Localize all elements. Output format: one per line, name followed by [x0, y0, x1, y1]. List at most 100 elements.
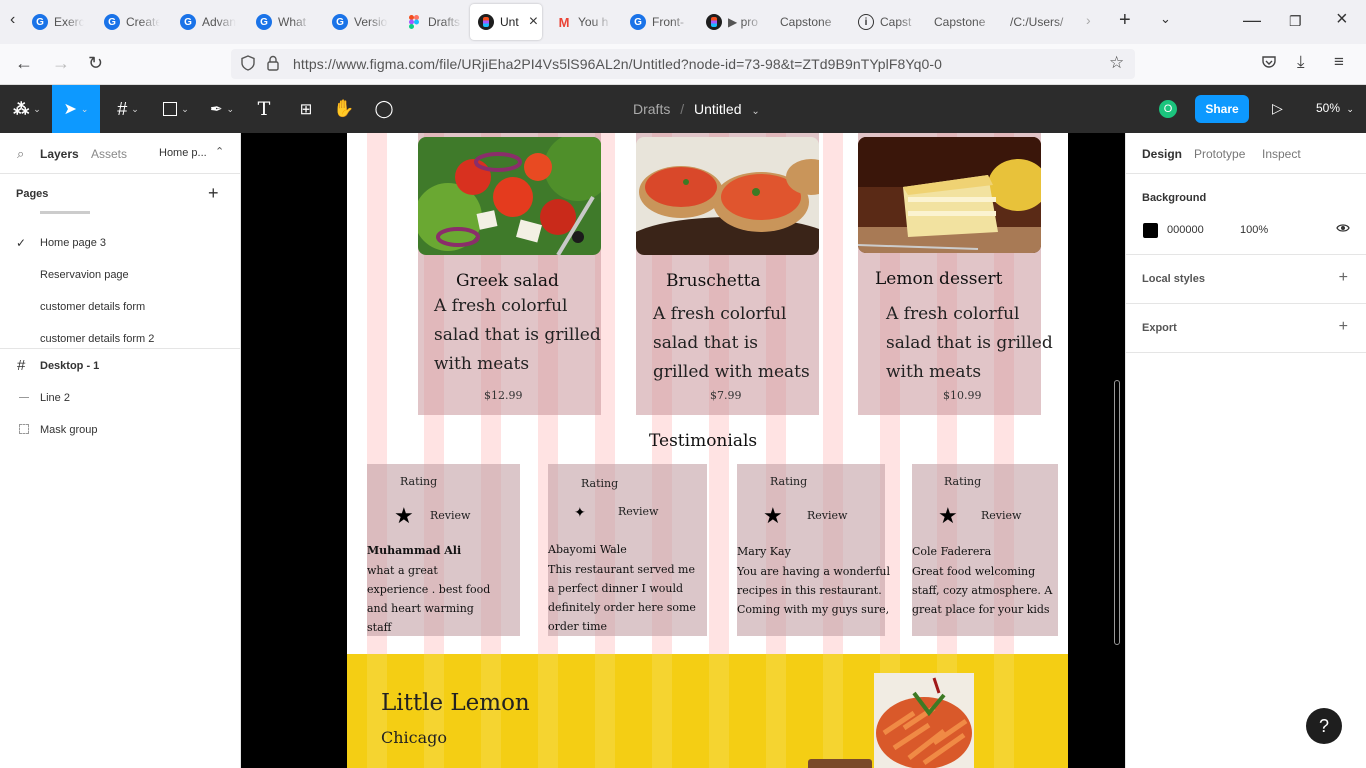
reviewer-name[interactable]: Abayomi Wale — [548, 543, 627, 556]
browser-tab-exercise[interactable]: G Exerci — [24, 4, 84, 40]
browser-tab-frontend[interactable]: G Front- — [622, 4, 692, 40]
restore-icon[interactable]: ❐ — [1289, 13, 1302, 30]
layer-desktop-1[interactable]: Desktop - 1 — [40, 360, 99, 372]
browser-tab-what[interactable]: G What — [248, 4, 312, 40]
reviewer-name[interactable]: Cole Faderera — [912, 545, 991, 558]
canvas-vertical-scrollbar[interactable] — [1114, 380, 1120, 645]
review-label[interactable]: Review — [807, 509, 847, 522]
page-item-reservation[interactable]: Reservavion page — [40, 269, 129, 281]
rating-label[interactable]: Rating — [944, 475, 981, 488]
share-button[interactable]: Share — [1195, 95, 1249, 123]
star-icon[interactable]: ★ — [763, 503, 783, 529]
list-all-tabs-icon[interactable]: ⌄ — [1160, 11, 1171, 27]
dish-price[interactable]: $12.99 — [484, 389, 523, 402]
rating-label[interactable]: Rating — [770, 475, 807, 488]
star-icon-partial[interactable]: ✦ — [574, 504, 586, 521]
lemon-dessert-image[interactable] — [858, 137, 1041, 253]
rating-label[interactable]: Rating — [400, 475, 437, 488]
tab-prototype[interactable]: Prototype — [1194, 147, 1245, 161]
search-icon[interactable]: ⌕ — [17, 146, 24, 162]
browser-tab-local-file[interactable]: /C:/Users/ — [1002, 4, 1078, 40]
background-opacity-input[interactable]: 100% — [1240, 224, 1268, 236]
food-image-partial[interactable] — [808, 759, 872, 768]
footer-city[interactable]: Chicago — [381, 728, 447, 747]
chevron-down-icon[interactable]: ⌄ — [751, 106, 759, 117]
pocket-icon[interactable] — [1261, 54, 1277, 73]
url-text[interactable]: https://www.figma.com/file/URjiEha2PI4Vs… — [293, 56, 942, 72]
browser-tab-gmail[interactable]: M You h — [548, 4, 612, 40]
testimonials-heading[interactable]: Testimonials — [649, 431, 757, 451]
eye-icon[interactable] — [1336, 221, 1350, 238]
dish-price[interactable]: $10.99 — [943, 389, 982, 402]
frame-tool-button[interactable]: # ⌄ — [108, 85, 148, 133]
add-page-icon[interactable]: + — [208, 183, 219, 204]
zoom-menu[interactable]: 50% ⌄ — [1316, 101, 1354, 115]
star-icon[interactable]: ★ — [938, 503, 958, 529]
reload-icon[interactable]: ↻ — [88, 53, 103, 74]
background-hex-input[interactable]: 000000 — [1167, 224, 1204, 236]
move-tool-button[interactable]: ➤ ⌄ — [52, 85, 100, 133]
page-item-customer-details-2[interactable]: customer details form 2 — [40, 333, 154, 345]
background-color-swatch[interactable] — [1143, 223, 1158, 238]
bookmark-star-icon[interactable]: ☆ — [1109, 53, 1124, 73]
breadcrumb-drafts[interactable]: Drafts — [633, 101, 670, 117]
review-text[interactable]: what a great experience . best food and … — [367, 561, 490, 637]
footer-section[interactable]: Little Lemon Chicago — [347, 654, 1068, 768]
review-text[interactable]: Great food welcoming staff, cozy atmosph… — [912, 562, 1052, 619]
tab-design[interactable]: Design — [1142, 147, 1182, 161]
address-bar[interactable]: https://www.figma.com/file/URjiEha2PI4Vs… — [231, 49, 1135, 79]
browser-tab-untitled[interactable]: Unt × — [470, 4, 542, 40]
forward-icon[interactable]: → — [52, 53, 70, 74]
browser-tab-pro[interactable]: ▶ pro — [698, 4, 764, 40]
dish-name[interactable]: Greek salad — [456, 271, 559, 291]
review-text[interactable]: You are having a wonderful recipes in th… — [737, 562, 890, 619]
downloads-icon[interactable]: ⤓ — [1297, 52, 1305, 72]
help-button[interactable]: ? — [1306, 708, 1342, 744]
dish-price[interactable]: $7.99 — [710, 389, 742, 402]
close-tab-icon[interactable]: × — [529, 13, 538, 31]
page-item-customer-details[interactable]: customer details form — [40, 301, 145, 313]
new-tab-icon[interactable]: + — [1119, 9, 1131, 32]
dish-description[interactable]: A fresh colorful salad that is grilled w… — [653, 300, 810, 387]
comment-tool-button[interactable]: ◯ — [370, 85, 398, 133]
tab-scroll-right-icon[interactable]: › — [1086, 12, 1091, 28]
dish-description[interactable]: A fresh colorful salad that is grilled w… — [434, 292, 601, 379]
desktop-1-frame[interactable]: Greek salad A fresh colorful salad that … — [347, 133, 1068, 768]
rating-label[interactable]: Rating — [581, 477, 618, 490]
star-icon[interactable]: ★ — [394, 503, 414, 529]
review-label[interactable]: Review — [618, 505, 658, 518]
app-menu-icon[interactable]: ≡ — [1334, 52, 1344, 72]
chevron-up-icon[interactable]: ⌃ — [215, 145, 224, 158]
browser-tab-capstone-2[interactable]: i Capst — [850, 4, 920, 40]
greek-salad-image[interactable] — [418, 137, 601, 255]
file-name[interactable]: Untitled — [694, 101, 741, 117]
browser-tab-advanced[interactable]: G Advan — [172, 4, 236, 40]
present-play-icon[interactable]: ▷ — [1272, 100, 1283, 117]
dish-description[interactable]: A fresh colorful salad that is grilled w… — [886, 300, 1053, 387]
dish-name[interactable]: Lemon dessert — [875, 269, 1002, 289]
add-export-icon[interactable]: + — [1339, 318, 1348, 336]
lock-icon[interactable] — [267, 55, 279, 74]
text-tool-button[interactable]: T — [250, 85, 278, 133]
browser-tab-drafts[interactable]: Drafts — [398, 4, 462, 40]
review-label[interactable]: Review — [430, 509, 470, 522]
page-item-home-page-3[interactable]: Home page 3 — [40, 237, 106, 249]
browser-tab-create[interactable]: G Create — [96, 4, 160, 40]
page-item-clipped[interactable] — [40, 209, 100, 215]
review-label[interactable]: Review — [981, 509, 1021, 522]
browser-tab-capstone-1[interactable]: Capstone — [772, 4, 844, 40]
back-icon[interactable]: ← — [15, 53, 33, 74]
footer-brand[interactable]: Little Lemon — [381, 690, 530, 716]
shield-icon[interactable] — [241, 55, 255, 74]
add-style-icon[interactable]: + — [1339, 269, 1348, 287]
pasta-image[interactable] — [874, 673, 974, 768]
pen-tool-button[interactable]: ✒ ⌄ — [202, 85, 242, 133]
close-window-icon[interactable]: × — [1336, 8, 1348, 31]
browser-tab-version[interactable]: G Versio — [324, 4, 388, 40]
browser-tab-capstone-3[interactable]: Capstone — [926, 4, 998, 40]
hand-tool-button[interactable]: ✋ — [330, 85, 358, 133]
reviewer-name[interactable]: Mary Kay — [737, 545, 791, 558]
tab-inspect[interactable]: Inspect — [1262, 147, 1301, 161]
layer-mask-group[interactable]: Mask group — [40, 424, 97, 436]
minimize-icon[interactable]: — — [1243, 10, 1261, 31]
